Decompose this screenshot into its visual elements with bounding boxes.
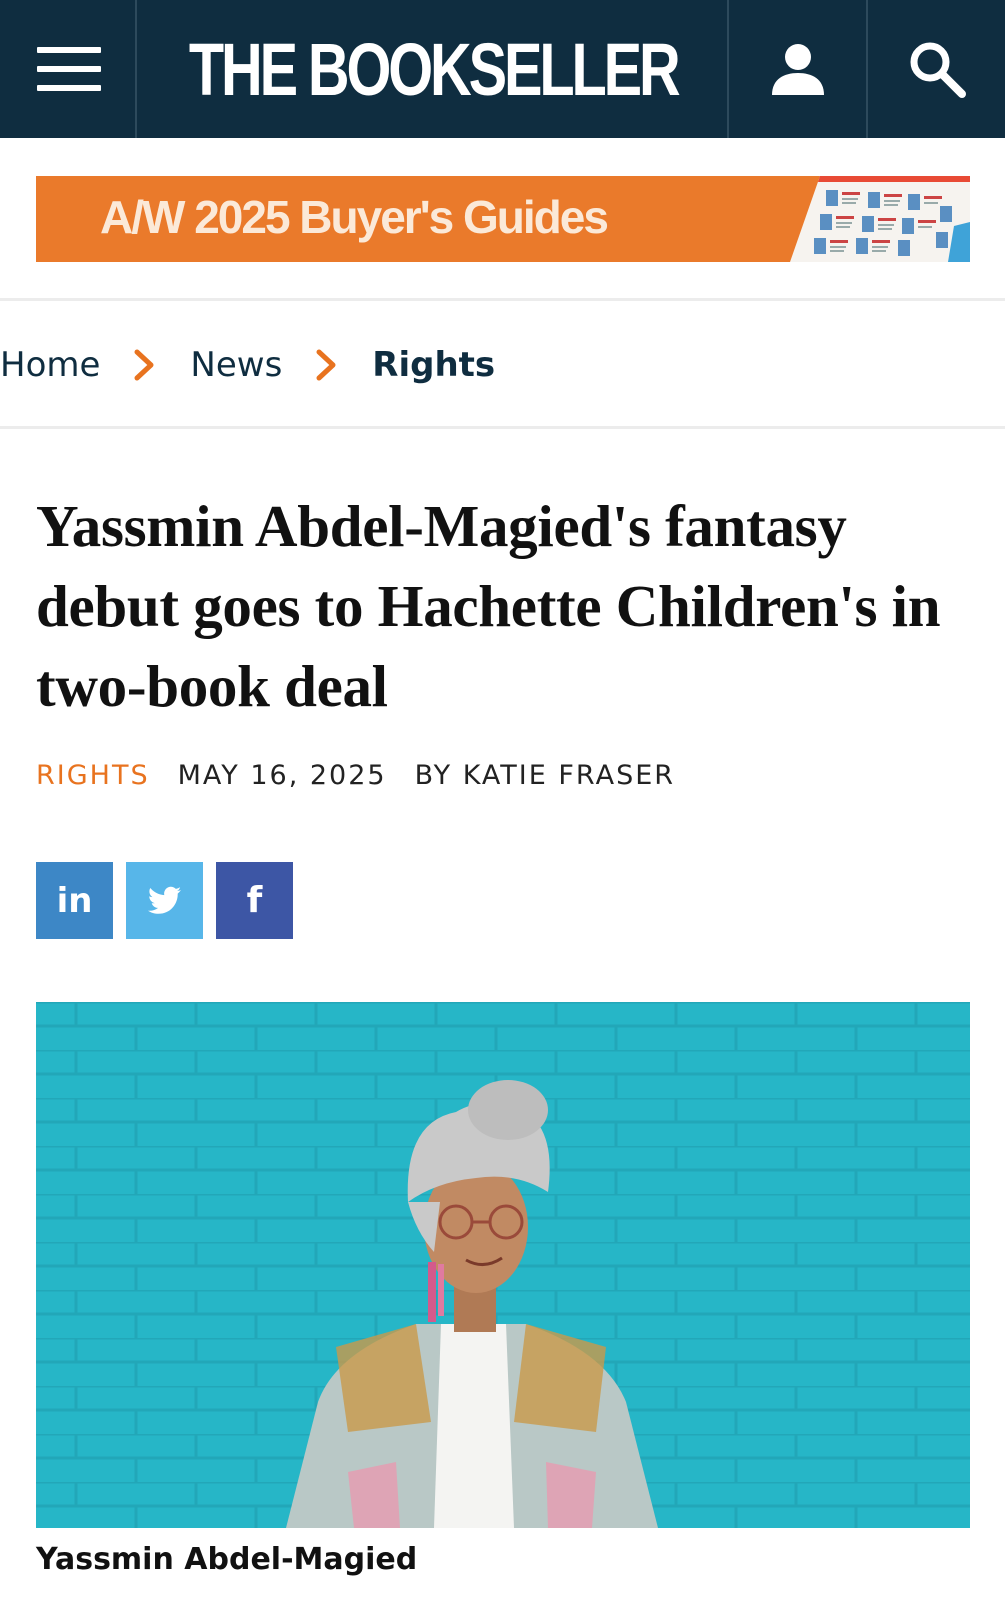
breadcrumb-news[interactable]: News <box>190 345 282 385</box>
breadcrumb-home[interactable]: Home <box>0 345 100 385</box>
article-hero-image <box>36 1002 970 1528</box>
buyers-guides-banner[interactable]: A/W 2025 Buyer's Guides <box>36 176 970 262</box>
linkedin-icon: in <box>56 880 93 921</box>
logo-text: THE BOOKSELLER <box>188 27 681 111</box>
search-icon <box>910 42 966 98</box>
share-facebook-button[interactable]: f <box>216 862 293 939</box>
section-divider <box>0 426 1005 429</box>
article-meta: RIGHTS MAY 16, 2025 BY KATIE FRASER <box>36 760 675 791</box>
article-date: MAY 16, 2025 <box>177 760 387 791</box>
image-caption: Yassmin Abdel-Magied <box>36 1542 418 1577</box>
share-linkedin-button[interactable]: in <box>36 862 113 939</box>
chevron-right-icon <box>124 345 164 385</box>
user-icon <box>771 44 824 95</box>
facebook-icon: f <box>246 880 263 921</box>
article-category[interactable]: RIGHTS <box>36 760 150 791</box>
portrait-photo <box>36 1002 970 1528</box>
article-title: Yassmin Abdel-Magied's fantasy debut goe… <box>36 493 941 719</box>
catalog-thumbnail <box>790 176 970 262</box>
site-header: THE BOOKSELLER <box>0 0 1005 138</box>
article-byline[interactable]: BY KATIE FRASER <box>415 760 675 791</box>
share-twitter-button[interactable] <box>126 862 203 939</box>
search-button[interactable] <box>868 0 1005 138</box>
menu-button[interactable] <box>0 0 137 138</box>
menu-icon <box>36 47 101 91</box>
section-divider <box>0 298 1005 301</box>
breadcrumb: Home News Rights <box>0 340 495 390</box>
banner-text: A/W 2025 Buyer's Guides <box>100 191 609 243</box>
header-divider <box>135 0 137 138</box>
breadcrumb-rights[interactable]: Rights <box>372 345 495 385</box>
chevron-right-icon <box>306 345 346 385</box>
twitter-bird-icon <box>147 886 181 914</box>
account-button[interactable] <box>729 0 866 138</box>
site-logo[interactable]: THE BOOKSELLER <box>139 0 727 138</box>
